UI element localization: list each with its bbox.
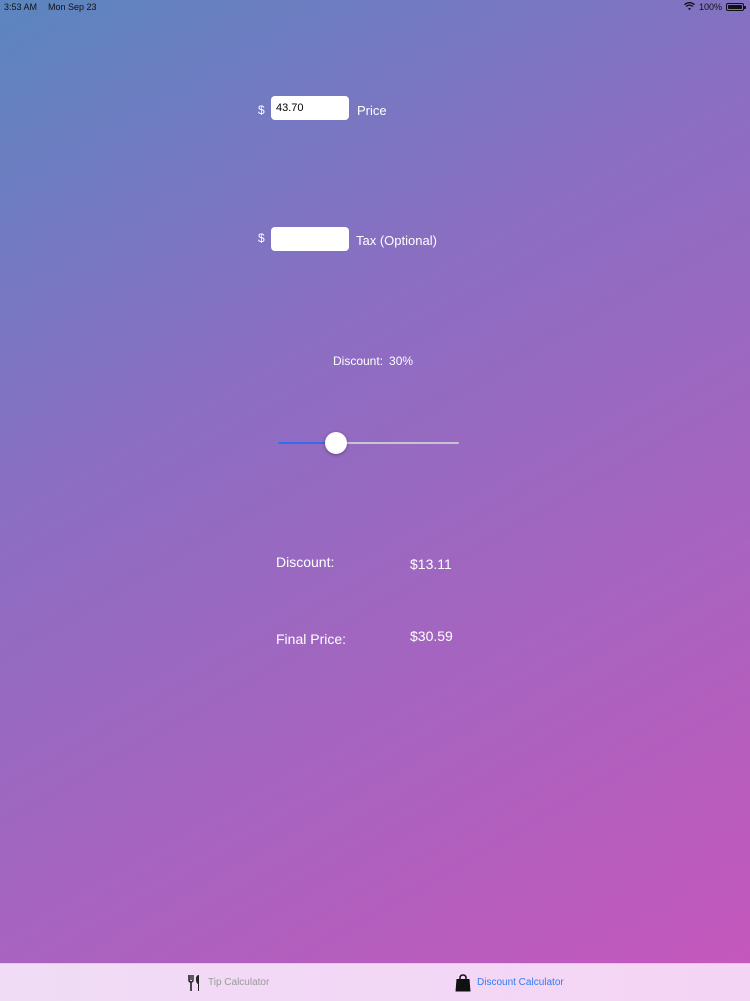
fork-knife-icon: [188, 974, 202, 992]
wifi-icon: [684, 2, 695, 12]
discount-percent-label: Discount:: [333, 354, 384, 368]
discount-readout: Discount: 30%: [333, 354, 419, 368]
tab-tip-calculator-label: Tip Calculator: [208, 977, 270, 988]
discount-amount-label: Discount:: [276, 554, 335, 570]
tab-tip-calculator[interactable]: Tip Calculator: [188, 964, 269, 1001]
tab-discount-calculator[interactable]: Discount Calculator: [455, 964, 564, 1001]
battery-percent: 100%: [698, 2, 722, 12]
battery-icon: [726, 3, 746, 11]
tax-currency-symbol: $: [258, 231, 265, 245]
tax-label: Tax (Optional): [356, 233, 437, 248]
status-time: 3:53 AM: [4, 2, 38, 12]
price-input[interactable]: [271, 96, 349, 120]
discount-percent-value: 30%: [389, 354, 414, 368]
status-date: Mon Sep 23: [48, 2, 97, 12]
price-currency-symbol: $: [258, 103, 265, 117]
slider-thumb[interactable]: [325, 432, 347, 454]
final-price-value: $30.59: [410, 628, 453, 644]
tab-bar: Tip Calculator Discount Calculator: [0, 963, 750, 1001]
discount-amount-value: $13.11: [410, 556, 452, 572]
shopping-bag-icon: [455, 973, 471, 992]
price-label: Price: [357, 103, 387, 118]
tax-input[interactable]: [271, 227, 349, 251]
status-bar: 3:53 AM Mon Sep 23 100%: [0, 0, 750, 16]
discount-slider[interactable]: [278, 432, 459, 454]
status-indicators: 100%: [684, 2, 746, 12]
final-price-label: Final Price:: [276, 631, 347, 647]
tab-discount-calculator-label: Discount Calculator: [477, 977, 564, 988]
